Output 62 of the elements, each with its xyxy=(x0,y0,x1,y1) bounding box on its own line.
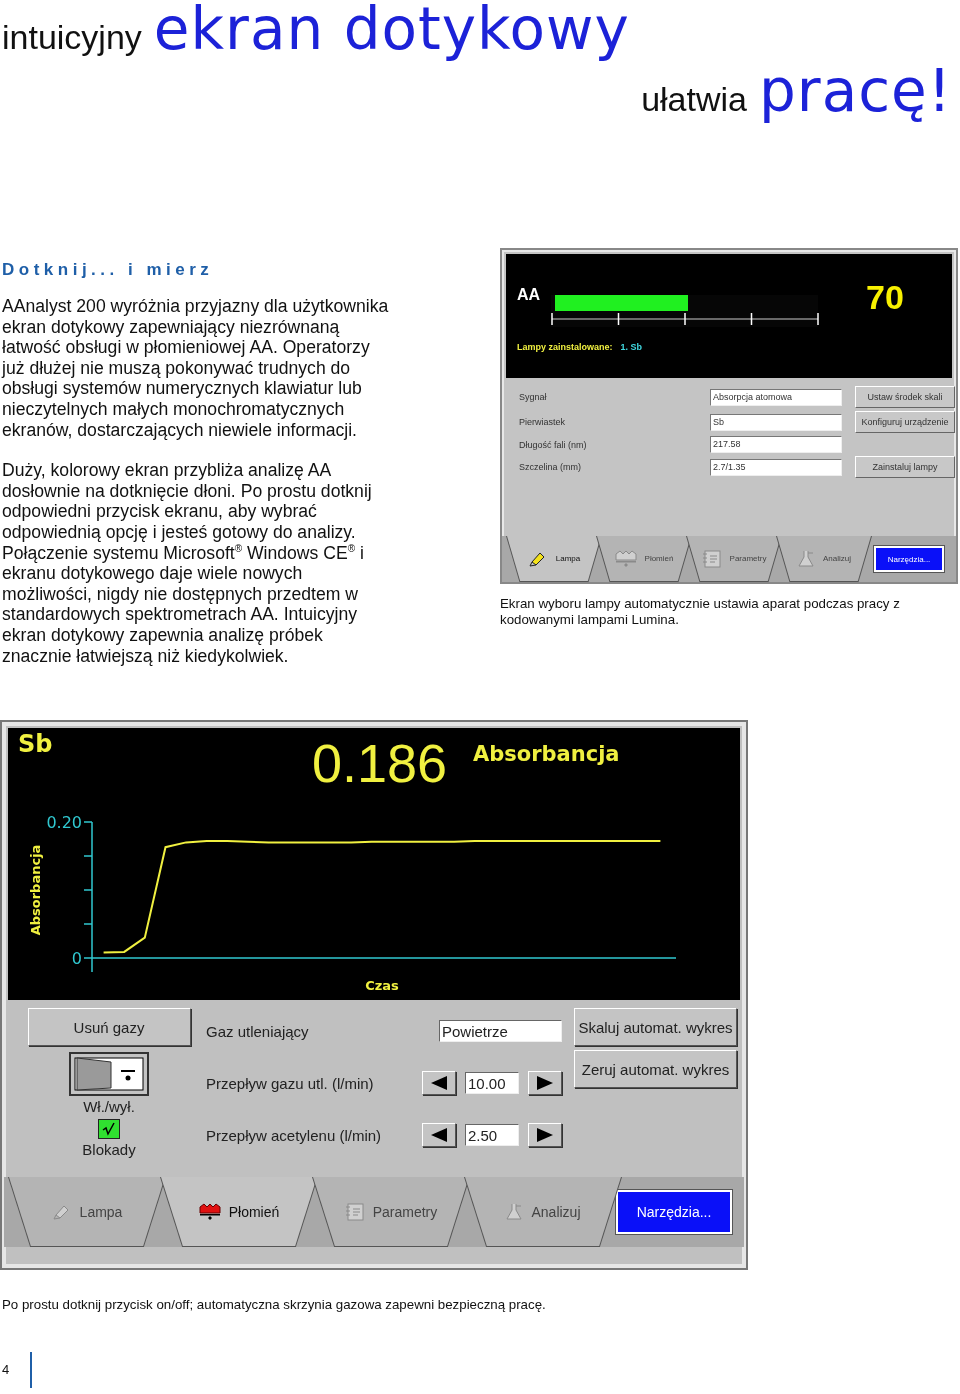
flask-icon xyxy=(505,1202,524,1221)
action-button[interactable]: Zeruj automat. wykres xyxy=(574,1050,737,1088)
switch-label: Wł./wył. xyxy=(83,1098,135,1115)
check-icon xyxy=(102,1122,116,1136)
input-field[interactable]: Sb xyxy=(710,413,842,431)
flask-icon xyxy=(797,549,815,568)
input-field[interactable]: 2.50 xyxy=(465,1124,519,1146)
tools-button[interactable]: Narzędzia... xyxy=(874,546,944,572)
notebook-icon xyxy=(701,549,722,568)
checkbox[interactable] xyxy=(98,1119,120,1139)
field-label: Przepływ gazu utl. (l/min) xyxy=(206,1074,375,1092)
decrease-button[interactable] xyxy=(422,1071,456,1095)
paragraph: Duży, kolorowy ekran przybliża analizę AA dosłownie na dotknięcie dłoni. Po prostu dotknij odpowiedni przycisk ekranu, aby wybrać odpowiednią opcję i jesteś gotowy do analizy. Połączenie systemu Microsoft$^{®}$ Windows CE$^{®}$ i ekranu dotykowego daje wiele nowych możliwości, nigdy nie dostępnych przedtem w standardowych spektrometrach AA. Intuicyjny ekran dotykowy zapewnia analizę próbek znacznie łatwiejszą niż kiedykolwiek. xyxy=(2,460,373,667)
input-field[interactable]: 217.58 xyxy=(710,436,842,453)
action-button[interactable]: Skaluj automat. wykres xyxy=(574,1008,737,1046)
paragraph: AAnalyst 200 wyróżnia przyjazny dla użytkownika ekran dotykowy zapewniający niezrównaną łatwość obsługi w płomieniowej AA. Operatorzy już dłużej nie muszą pokonywać trudnych do obsługi systemów numerycznych klawiatur lub nieczytelnych małych monochromatycznych ekranów, dostarczających niewiele informacji. xyxy=(2,296,390,441)
heading-text: ułatwia xyxy=(641,80,747,119)
increase-button[interactable] xyxy=(528,1071,562,1095)
signal-label: AA xyxy=(517,286,541,304)
caption: Po prostu dotknij przycisk on/off; automatyczna skrzynia gazowa zapewni bezpieczną pracę. xyxy=(2,1297,546,1312)
field-label: Szczelina (mm) xyxy=(519,462,582,472)
page-number: 4 xyxy=(2,1362,11,1377)
rocker-switch-icon[interactable] xyxy=(69,1052,149,1096)
left-triangle-icon xyxy=(430,1128,448,1142)
reading-unit: Absorbancja xyxy=(473,742,620,766)
purge-button[interactable]: Usuń gazy xyxy=(27,1008,191,1046)
input-field[interactable]: 10.00 xyxy=(465,1072,519,1094)
field-label: Długość fali (nm) xyxy=(519,439,588,450)
tick-label: 0.20 xyxy=(46,813,82,832)
axis-title: Czas xyxy=(365,978,399,993)
caption: Ekran wyboru lampy automatycznie ustawia aparat podczas pracy z kodowanymi lampami Lumina. xyxy=(500,596,901,628)
field-label: Sygnał xyxy=(519,392,548,402)
input-field[interactable]: Absorpcja atomowa xyxy=(710,388,842,406)
installed-label: Lampy zainstalowane: xyxy=(517,342,613,352)
flame-icon xyxy=(614,549,637,568)
flame-icon xyxy=(198,1202,221,1221)
field-label: Przepływ acetylenu (l/min) xyxy=(206,1126,383,1144)
input-field[interactable]: Powietrze xyxy=(439,1020,562,1042)
tab[interactable]: Analizuj xyxy=(776,536,872,582)
action-button[interactable]: Ustaw środek skali xyxy=(855,386,955,408)
absorbance-reading: 0.186 xyxy=(312,732,448,794)
input-field[interactable]: 2.7/1.35 xyxy=(710,458,842,476)
decrease-button[interactable] xyxy=(422,1123,456,1147)
tools-button[interactable]: Narzędzia... xyxy=(616,1190,732,1234)
notebook-icon xyxy=(344,1202,365,1221)
field-label: Pierwiastek xyxy=(519,417,566,427)
left-triangle-icon xyxy=(430,1076,448,1090)
axis-title: Absorbancja xyxy=(28,844,43,936)
section-title: Dotknij... i mierz xyxy=(2,260,215,280)
tab[interactable]: Analizuj xyxy=(464,1177,622,1247)
element-label: Sb xyxy=(18,730,53,758)
heading-text: intuicyjny xyxy=(2,18,142,57)
field-label: Gaz utleniający xyxy=(206,1022,310,1040)
right-triangle-icon xyxy=(536,1128,554,1142)
action-button[interactable]: Konfiguruj urządzenie xyxy=(855,411,955,433)
energy-reading: 70 xyxy=(866,278,904,317)
checkbox-label: Blokady xyxy=(82,1141,136,1158)
right-triangle-icon xyxy=(536,1076,554,1090)
installed-value: 1. Sb xyxy=(620,342,643,352)
tick-label: 0 xyxy=(71,949,82,968)
action-button[interactable]: Zainstaluj lampy xyxy=(855,456,955,478)
increase-button[interactable] xyxy=(528,1123,562,1147)
